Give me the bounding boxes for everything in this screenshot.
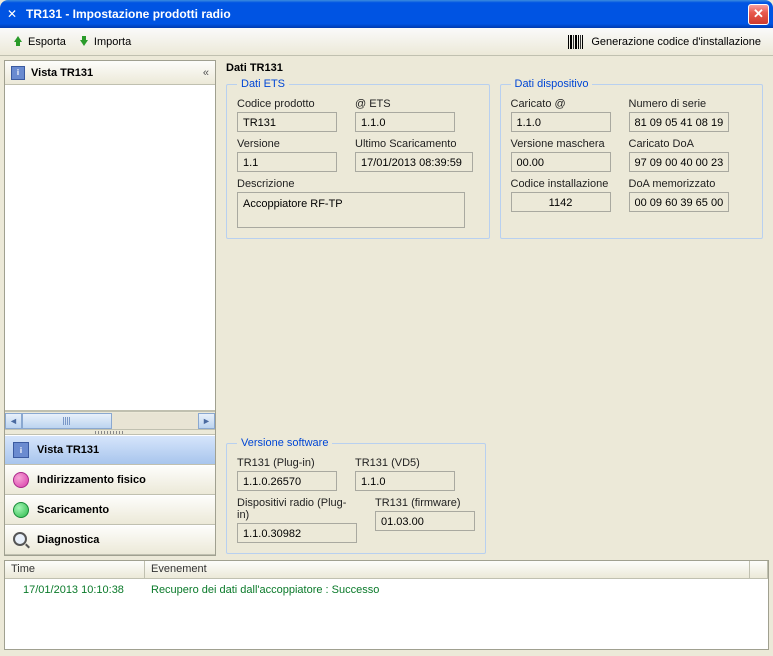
description-label: Descrizione — [237, 178, 479, 190]
log-event: Recupero dei dati dall'accoppiatore : Su… — [145, 582, 768, 598]
software-legend: Versione software — [237, 437, 332, 449]
import-button[interactable]: Importa — [72, 33, 137, 51]
page-title: Dati TR131 — [226, 62, 763, 74]
product-code-label: Codice prodotto — [237, 98, 337, 110]
sidebar-header: i Vista TR131 « — [5, 61, 215, 85]
loaded-at-label: Caricato @ — [511, 98, 611, 110]
firmware-label: TR131 (firmware) — [375, 497, 475, 509]
nav-label: Diagnostica — [37, 534, 99, 546]
at-ets-label: @ ETS — [355, 98, 455, 110]
radio-plugin-label: Dispositivi radio (Plug-in) — [237, 497, 357, 521]
sidebar-hscrollbar[interactable]: ◄ ► — [5, 411, 215, 429]
log-col-event[interactable]: Evenement — [145, 561, 750, 578]
vd5-value: 1.1.0 — [355, 471, 455, 491]
doa-stored-value: 00 09 60 39 65 00 — [629, 192, 730, 212]
download-icon — [13, 502, 29, 518]
log-col-spacer — [750, 561, 768, 578]
view-icon: i — [11, 66, 25, 80]
nav-diagnostica[interactable]: Diagnostica — [5, 525, 215, 555]
install-code-value: 1142 — [511, 192, 611, 212]
toolbar: Esporta Importa Generazione codice d'ins… — [0, 28, 773, 56]
import-icon — [78, 36, 90, 48]
sidebar: i Vista TR131 « ◄ ► i Vista TR131 Indiri… — [4, 60, 216, 556]
doa-loaded-value: 97 09 00 40 00 23 — [629, 152, 730, 172]
log-col-time[interactable]: Time — [5, 561, 145, 578]
nav-label: Indirizzamento fisico — [37, 474, 146, 486]
import-label: Importa — [94, 36, 131, 48]
nav-indirizzamento-fisico[interactable]: Indirizzamento fisico — [5, 465, 215, 495]
serial-value: 81 09 05 41 08 19 — [629, 112, 730, 132]
log-time: 17/01/2013 10:10:38 — [5, 582, 145, 598]
product-code-value: TR131 — [237, 112, 337, 132]
ets-group: Dati ETS Codice prodotto TR131 @ ETS 1.1… — [226, 78, 490, 239]
scroll-left-button[interactable]: ◄ — [5, 413, 22, 429]
scroll-track[interactable] — [22, 413, 198, 429]
loaded-at-value: 1.1.0 — [511, 112, 611, 132]
radio-plugin-value: 1.1.0.30982 — [237, 523, 357, 543]
nav-scaricamento[interactable]: Scaricamento — [5, 495, 215, 525]
nav-label: Vista TR131 — [37, 444, 99, 456]
plugin-label: TR131 (Plug-in) — [237, 457, 337, 469]
addressing-icon — [13, 472, 29, 488]
firmware-value: 01.03.00 — [375, 511, 475, 531]
main-panel: Dati TR131 Dati ETS Codice prodotto TR13… — [220, 60, 769, 556]
serial-label: Numero di serie — [629, 98, 730, 110]
diagnostics-icon — [13, 532, 29, 548]
sidebar-collapse-button[interactable]: « — [203, 67, 209, 79]
mask-value: 00.00 — [511, 152, 611, 172]
sidebar-tree[interactable] — [5, 85, 215, 411]
last-download-label: Ultimo Scaricamento — [355, 138, 473, 150]
vd5-label: TR131 (VD5) — [355, 457, 455, 469]
install-code-label: Codice installazione — [511, 178, 611, 190]
software-group: Versione software TR131 (Plug-in) 1.1.0.… — [226, 437, 486, 554]
log-row[interactable]: 17/01/2013 10:10:38 Recupero dei dati da… — [5, 582, 768, 598]
export-button[interactable]: Esporta — [6, 33, 72, 51]
barcode-icon — [568, 35, 583, 49]
doa-loaded-label: Caricato DoA — [629, 138, 730, 150]
log-header: Time Evenement — [5, 561, 768, 579]
nav-label: Scaricamento — [37, 504, 109, 516]
export-label: Esporta — [28, 36, 66, 48]
log-panel: Time Evenement 17/01/2013 10:10:38 Recup… — [4, 560, 769, 650]
mask-label: Versione maschera — [511, 138, 611, 150]
generate-install-code-button[interactable]: Generazione codice d'installazione — [562, 32, 767, 52]
export-icon — [12, 36, 24, 48]
doa-stored-label: DoA memorizzato — [629, 178, 730, 190]
last-download-value: 17/01/2013 08:39:59 — [355, 152, 473, 172]
device-group: Dati dispositivo Caricato @ 1.1.0 Numero… — [500, 78, 764, 239]
titlebar: ✕ TR131 - Impostazione prodotti radio ✕ — [0, 0, 773, 28]
version-value: 1.1 — [237, 152, 337, 172]
view-icon: i — [13, 442, 29, 458]
sidebar-header-label: Vista TR131 — [31, 67, 93, 79]
app-icon: ✕ — [4, 6, 20, 22]
gen-code-label: Generazione codice d'installazione — [591, 36, 761, 48]
scroll-thumb[interactable] — [22, 413, 112, 429]
window-title: TR131 - Impostazione prodotti radio — [26, 7, 748, 21]
log-body[interactable]: 17/01/2013 10:10:38 Recupero dei dati da… — [5, 579, 768, 649]
close-button[interactable]: ✕ — [748, 4, 769, 25]
version-label: Versione — [237, 138, 337, 150]
ets-legend: Dati ETS — [237, 78, 289, 90]
plugin-value: 1.1.0.26570 — [237, 471, 337, 491]
description-value: Accoppiatore RF-TP — [237, 192, 465, 228]
at-ets-value: 1.1.0 — [355, 112, 455, 132]
device-legend: Dati dispositivo — [511, 78, 593, 90]
nav-vista-tr131[interactable]: i Vista TR131 — [5, 435, 215, 465]
scroll-right-button[interactable]: ► — [198, 413, 215, 429]
